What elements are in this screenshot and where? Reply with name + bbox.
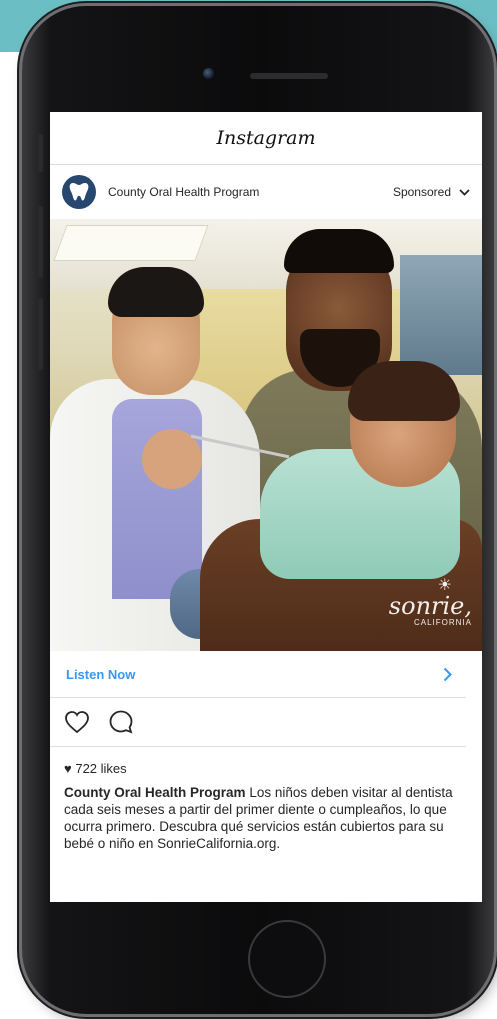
action-bar bbox=[50, 698, 466, 747]
app-header: Instagram bbox=[50, 112, 482, 165]
home-button[interactable] bbox=[248, 920, 326, 998]
small-heart-icon: ♥ bbox=[64, 761, 72, 776]
cta-label: Listen Now bbox=[66, 666, 136, 682]
chevron-right-icon bbox=[443, 667, 452, 681]
post-photo[interactable]: ☀ sonrie, CALIFORNIA bbox=[50, 219, 482, 651]
mute-switch bbox=[38, 134, 43, 172]
comment-bubble-icon[interactable] bbox=[108, 709, 134, 735]
heart-icon[interactable] bbox=[64, 710, 90, 734]
account-name[interactable]: County Oral Health Program bbox=[108, 185, 393, 199]
photo-dentist-shirt bbox=[112, 399, 202, 599]
volume-down-button bbox=[38, 298, 43, 370]
brand-watermark: ☀ sonrie, CALIFORNIA bbox=[389, 575, 472, 627]
tooth-icon bbox=[69, 183, 89, 201]
photo-light-panel bbox=[53, 225, 209, 261]
photo-baby-hair bbox=[348, 361, 460, 421]
likes-count: 722 likes bbox=[75, 761, 127, 776]
photo-window bbox=[400, 255, 482, 375]
post-caption: County Oral Health Program Los niños deb… bbox=[50, 780, 482, 852]
front-camera bbox=[203, 68, 214, 79]
sponsored-label: Sponsored bbox=[392, 185, 451, 199]
cta-bar[interactable]: Listen Now bbox=[50, 651, 466, 698]
likes-count-row[interactable]: ♥ 722 likes bbox=[50, 747, 482, 780]
sponsored-menu[interactable]: Sponsored bbox=[393, 185, 470, 199]
photo-father-hair bbox=[284, 229, 394, 273]
photo-dentist-hair bbox=[108, 267, 204, 317]
account-avatar[interactable] bbox=[62, 175, 96, 209]
watermark-word: sonrie, bbox=[388, 592, 472, 620]
app-title: Instagram bbox=[216, 127, 316, 149]
volume-up-button bbox=[38, 206, 43, 278]
caption-author[interactable]: County Oral Health Program bbox=[64, 785, 246, 800]
chevron-down-icon bbox=[459, 188, 470, 196]
earpiece-speaker bbox=[250, 73, 328, 79]
instagram-screen: Instagram County Oral Health Program Spo… bbox=[50, 112, 482, 902]
post-header: County Oral Health Program Sponsored bbox=[50, 165, 482, 219]
